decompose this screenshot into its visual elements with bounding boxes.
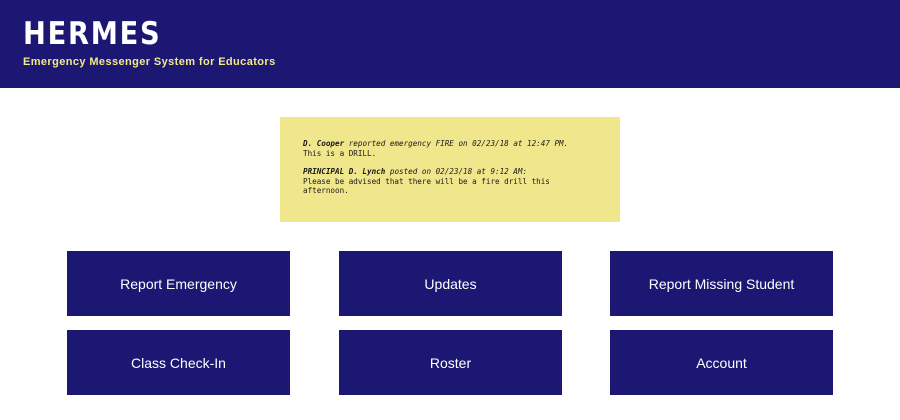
action-grid: Report Emergency Updates Report Missing … <box>67 251 833 395</box>
notice-header-text: reported emergency FIRE on 02/23/18 at 1… <box>344 139 569 148</box>
app-header: HERMES Emergency Messenger System for Ed… <box>0 0 900 88</box>
notice-meta: PRINCIPAL D. Lynch posted on 02/23/18 at… <box>303 167 600 177</box>
report-emergency-button[interactable]: Report Emergency <box>67 251 290 316</box>
notice-author: D. Cooper <box>303 139 345 148</box>
notice-panel: D. Cooper reported emergency FIRE on 02/… <box>280 117 620 222</box>
notice-entry: PRINCIPAL D. Lynch posted on 02/23/18 at… <box>303 167 600 196</box>
updates-button[interactable]: Updates <box>339 251 562 316</box>
app-subtitle: Emergency Messenger System for Educators <box>23 56 276 68</box>
roster-button[interactable]: Roster <box>339 330 562 395</box>
notice-entry: D. Cooper reported emergency FIRE on 02/… <box>303 139 600 158</box>
notice-body: Please be advised that there will be a f… <box>303 176 550 196</box>
notice-body: This is a DRILL. <box>303 148 377 158</box>
notice-header-text: posted on 02/23/18 at 9:12 AM: <box>385 167 528 176</box>
notice-meta: D. Cooper reported emergency FIRE on 02/… <box>303 139 600 149</box>
notice-author: PRINCIPAL D. Lynch <box>303 167 386 176</box>
class-check-in-button[interactable]: Class Check-In <box>67 330 290 395</box>
app-title: HERMES <box>23 16 162 52</box>
account-button[interactable]: Account <box>610 330 833 395</box>
report-missing-student-button[interactable]: Report Missing Student <box>610 251 833 316</box>
